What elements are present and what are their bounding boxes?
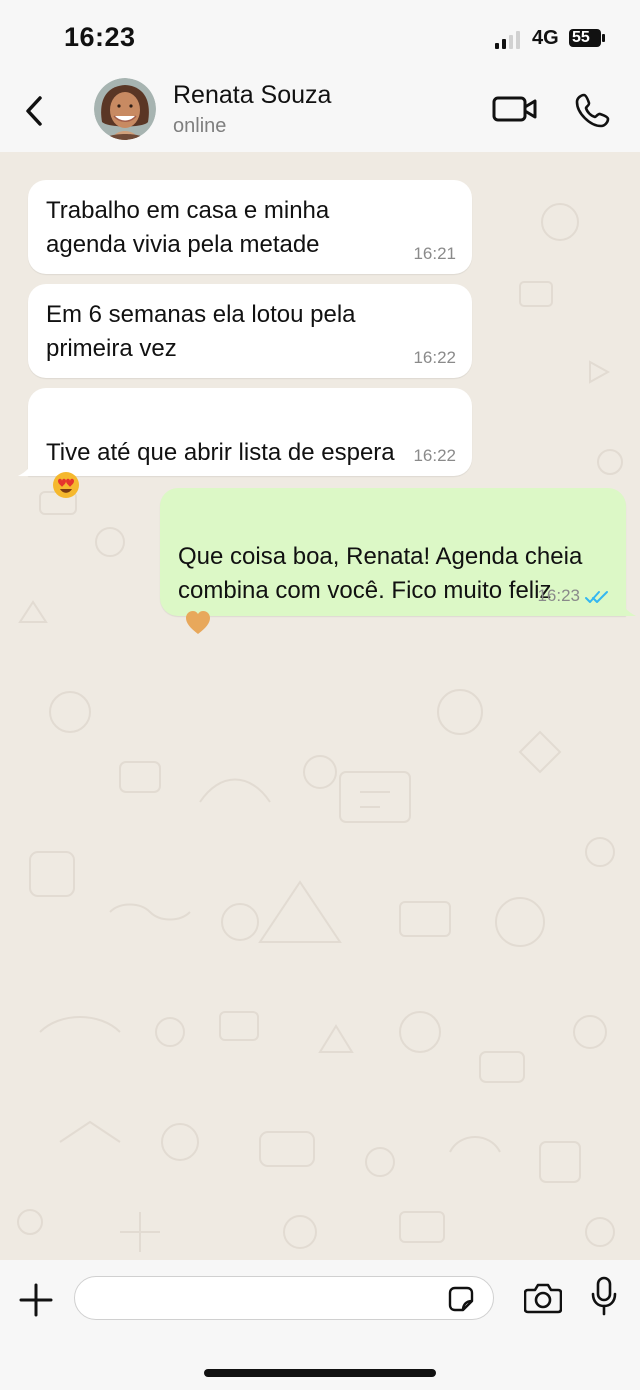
read-ticks-icon xyxy=(585,591,608,603)
status-bar: 16:23 4G 55 xyxy=(0,0,640,70)
contact-status: online xyxy=(173,115,227,137)
plus-icon[interactable] xyxy=(18,1282,54,1318)
bubble-tail xyxy=(18,456,38,476)
message-time: 16:22 xyxy=(413,446,456,465)
sticker-icon[interactable] xyxy=(446,1284,476,1314)
cellular-signal-icon xyxy=(495,31,520,49)
video-call-icon[interactable] xyxy=(492,93,538,125)
network-type: 4G xyxy=(532,27,559,49)
message-time: 16:23 xyxy=(537,586,580,605)
message-bubble-incoming[interactable]: Tive até que abrir lista de espera 16:22 xyxy=(18,388,472,498)
battery-level: 55 xyxy=(572,29,590,46)
orange-heart-emoji-icon xyxy=(186,611,210,634)
message-text: Tive até que abrir lista de espera xyxy=(46,439,395,466)
chat-area[interactable]: Trabalho em casa e minha agenda vivia pe… xyxy=(0,152,640,1260)
message-bubble-incoming[interactable]: Em 6 semanas ela lotou pela primeira vez… xyxy=(28,284,472,378)
message-text: Em 6 semanas ela lotou pela primeira vez xyxy=(46,301,356,362)
contact-name[interactable]: Renata Souza xyxy=(173,81,331,110)
avatar[interactable] xyxy=(94,78,156,140)
message-input[interactable] xyxy=(74,1276,494,1320)
status-time: 16:23 xyxy=(64,22,136,52)
message-time: 16:21 xyxy=(413,244,456,263)
back-icon[interactable] xyxy=(20,90,50,132)
message-composer xyxy=(0,1260,640,1390)
message-bubble-outgoing[interactable]: Que coisa boa, Renata! Agenda cheia comb… xyxy=(160,488,636,634)
camera-icon[interactable] xyxy=(524,1280,562,1314)
message-text-row: Que coisa boa, Renata! Agenda cheia comb… xyxy=(178,506,608,642)
microphone-icon[interactable] xyxy=(590,1276,618,1316)
heart-eyes-emoji-icon xyxy=(53,472,79,498)
home-indicator xyxy=(204,1369,436,1377)
message-bubble-incoming[interactable]: Trabalho em casa e minha agenda vivia pe… xyxy=(28,180,472,274)
chat-header: Renata Souza online xyxy=(0,70,640,152)
message-text: Trabalho em casa e minha agenda vivia pe… xyxy=(46,197,330,258)
message-time: 16:22 xyxy=(413,348,456,367)
message-text: Que coisa boa, Renata! Agenda cheia comb… xyxy=(178,543,583,604)
bubble-tail xyxy=(616,596,636,616)
phone-icon[interactable] xyxy=(574,91,612,129)
